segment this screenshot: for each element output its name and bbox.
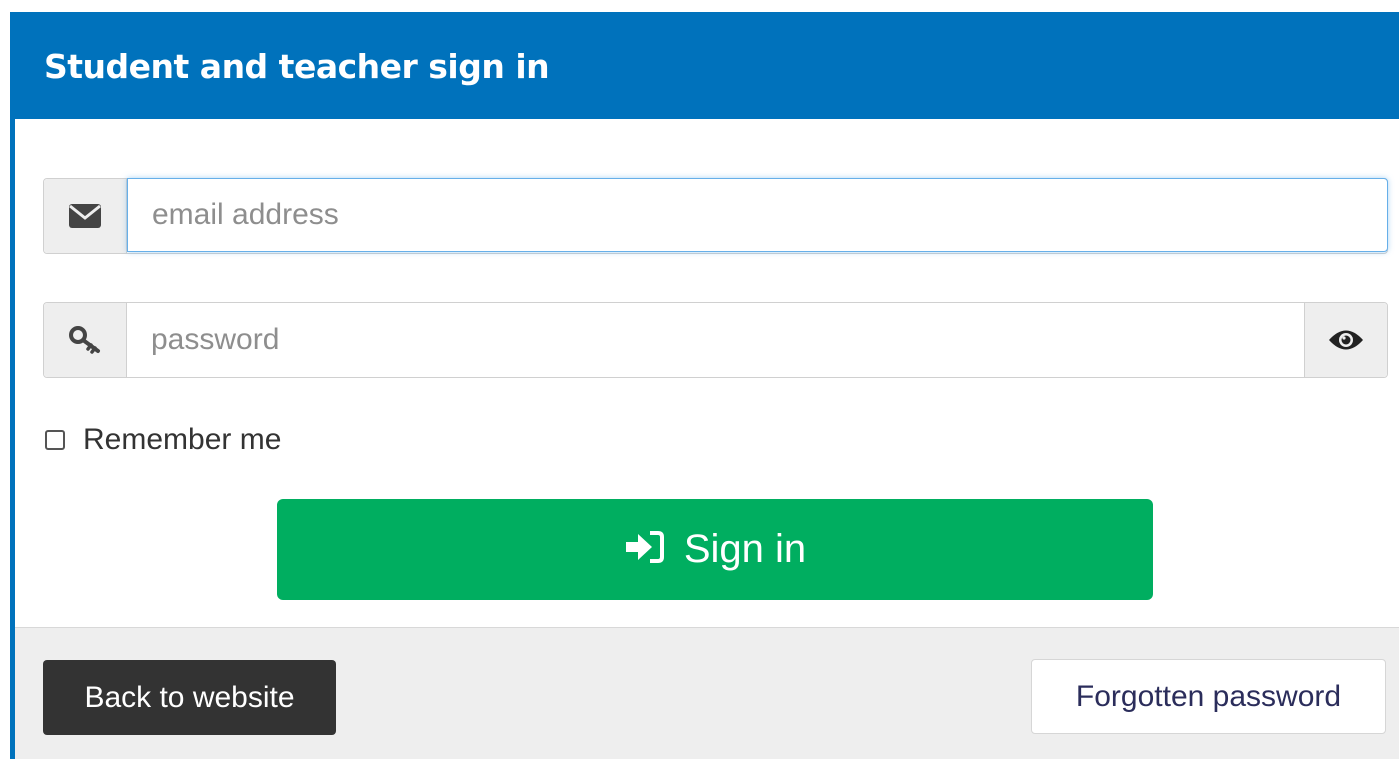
email-input-group xyxy=(43,178,1388,254)
eye-icon[interactable] xyxy=(1304,303,1387,377)
sign-in-button[interactable]: Sign in xyxy=(277,499,1153,600)
password-field[interactable] xyxy=(127,303,1304,377)
panel-header: Student and teacher sign in xyxy=(15,13,1399,119)
sign-in-label: Sign in xyxy=(683,527,807,571)
back-to-website-button[interactable]: Back to website xyxy=(43,660,336,735)
remember-me-checkbox[interactable] xyxy=(45,430,65,450)
forgotten-password-button[interactable]: Forgotten password xyxy=(1031,659,1386,734)
page-title: Student and teacher sign in xyxy=(44,46,550,86)
sign-in-panel: Student and teacher sign in email addres… xyxy=(10,12,1399,759)
key-icon xyxy=(44,303,127,377)
panel-footer: Back to website Forgotten password xyxy=(15,627,1399,759)
email-field[interactable] xyxy=(128,179,1387,251)
email-field-wrap xyxy=(127,178,1388,252)
remember-me-label[interactable]: Remember me xyxy=(83,423,281,457)
remember-me: Remember me xyxy=(45,423,281,457)
password-input-group xyxy=(43,302,1388,378)
sign-in-icon xyxy=(624,530,666,569)
envelope-icon xyxy=(44,179,127,253)
